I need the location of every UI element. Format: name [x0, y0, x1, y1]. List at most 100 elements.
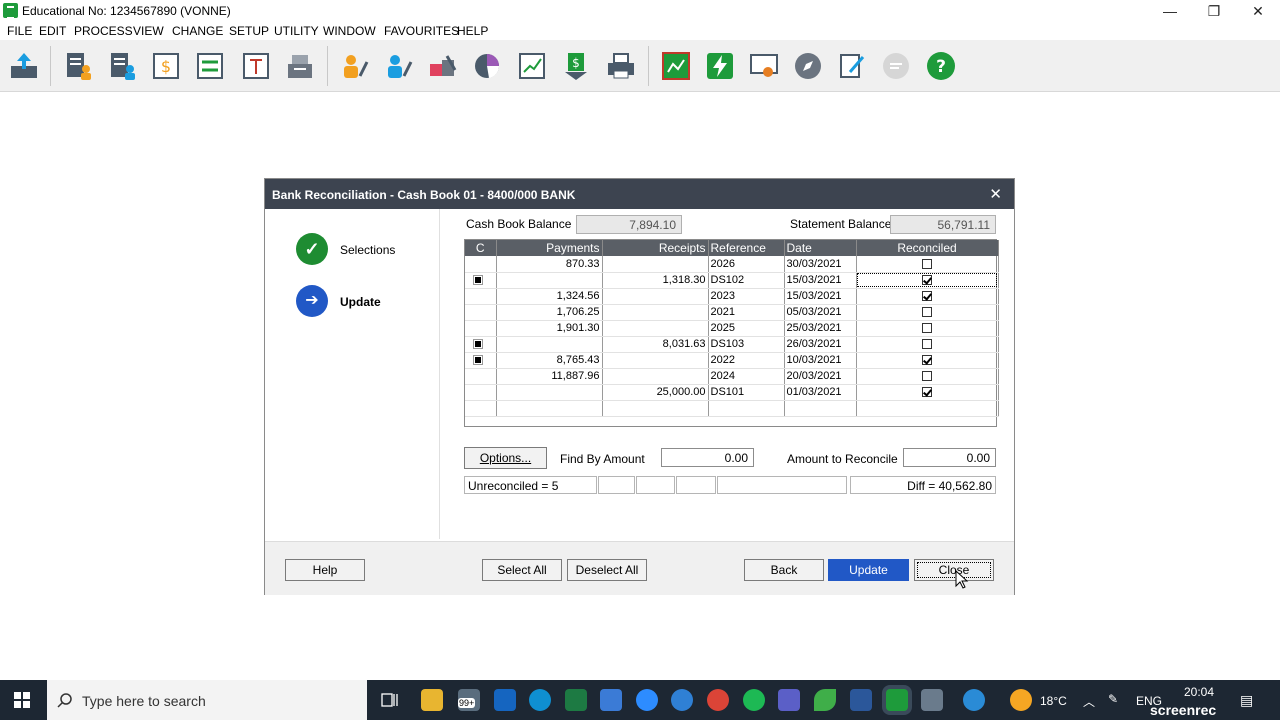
chat-icon[interactable] [880, 50, 912, 82]
close-button[interactable]: Close [914, 559, 994, 581]
find-by-amount-input[interactable]: 0.00 [661, 448, 754, 467]
cell-payments[interactable]: 870.33 [496, 256, 603, 273]
restore-button[interactable]: ❐ [1192, 0, 1236, 22]
table-row[interactable]: 1,706.25 2021 05/03/2021 [465, 304, 999, 321]
reconciled-checkbox[interactable] [922, 291, 932, 302]
cell-c[interactable] [465, 400, 497, 417]
reconciled-checkbox[interactable] [922, 323, 932, 334]
cell-date[interactable]: 26/03/2021 [784, 336, 857, 353]
cell-payments[interactable] [496, 400, 603, 417]
column-header-c[interactable]: C [465, 240, 497, 256]
menu-utility[interactable]: UTILITY [274, 24, 319, 38]
bank-transfer-icon[interactable] [194, 50, 226, 82]
cell-receipts[interactable]: 1,318.30 [602, 272, 709, 289]
cell-c[interactable] [465, 368, 497, 385]
cell-reference[interactable]: 2026 [708, 256, 785, 273]
back-button[interactable]: Back [744, 559, 824, 581]
cell-c[interactable] [465, 256, 497, 273]
cell-reference[interactable] [708, 400, 785, 417]
table-row[interactable]: 8,031.63 DS103 26/03/2021 [465, 336, 999, 353]
certificate-icon[interactable] [748, 50, 780, 82]
compass-icon[interactable] [792, 50, 824, 82]
edge-browser-icon[interactable] [529, 689, 551, 711]
menu-process[interactable]: PROCESS [74, 24, 133, 38]
menu-change[interactable]: CHANGE [172, 24, 223, 38]
menu-window[interactable]: WINDOW [323, 24, 376, 38]
notepad-edit-icon[interactable] [836, 50, 868, 82]
windows-start-icon[interactable] [14, 692, 30, 708]
help-app-icon[interactable] [963, 689, 985, 711]
money-download-icon[interactable]: $ [560, 50, 592, 82]
cell-receipts[interactable] [602, 368, 709, 385]
cell-reconciled[interactable] [856, 288, 999, 305]
cell-reconciled[interactable] [856, 384, 999, 401]
menu-view[interactable]: VIEW [133, 24, 164, 38]
cell-date[interactable]: 01/03/2021 [784, 384, 857, 401]
customers-icon[interactable] [62, 50, 94, 82]
table-row[interactable]: 25,000.00 DS101 01/03/2021 [465, 384, 999, 401]
products-icon[interactable] [427, 50, 459, 82]
cell-payments[interactable]: 1,324.56 [496, 288, 603, 305]
cell-reference[interactable]: 2023 [708, 288, 785, 305]
cell-date[interactable]: 15/03/2021 [784, 272, 857, 289]
cell-reconciled[interactable] [856, 272, 999, 289]
edit-supplier-icon[interactable] [382, 50, 414, 82]
upload-tray-icon[interactable] [8, 50, 40, 82]
update-button[interactable]: Update [828, 559, 909, 581]
zoom-icon[interactable] [636, 689, 658, 711]
table-row[interactable]: 870.33 2026 30/03/2021 [465, 256, 999, 273]
menu-favourites[interactable]: FAVOURITES [384, 24, 459, 38]
line-chart-icon[interactable] [516, 50, 548, 82]
cell-payments[interactable]: 8,765.43 [496, 352, 603, 369]
table-row[interactable]: 11,887.96 2024 20/03/2021 [465, 368, 999, 385]
currency-exchange-icon[interactable]: $ [150, 50, 182, 82]
cell-date[interactable]: 05/03/2021 [784, 304, 857, 321]
minimize-button[interactable]: — [1148, 0, 1192, 22]
pen-icon[interactable]: ✎ [1108, 692, 1118, 706]
outlook-icon[interactable] [494, 689, 516, 711]
notifications-icon[interactable]: ▤ [1240, 692, 1253, 709]
teams-icon[interactable] [778, 689, 800, 711]
amount-to-reconcile-input[interactable]: 0.00 [903, 448, 996, 467]
reconciled-checkbox[interactable] [922, 258, 932, 269]
cash-register-icon[interactable] [284, 50, 316, 82]
cell-reconciled[interactable] [856, 304, 999, 321]
cell-reconciled[interactable] [856, 320, 999, 337]
deselect-all-button[interactable]: Deselect All [567, 559, 647, 581]
menu-file[interactable]: FILE [7, 24, 32, 38]
cell-reference[interactable]: DS101 [708, 384, 785, 401]
table-row[interactable]: 8,765.43 2022 10/03/2021 [465, 352, 999, 369]
cell-receipts[interactable] [602, 400, 709, 417]
printer-icon[interactable] [605, 50, 637, 82]
text-document-icon[interactable] [240, 50, 272, 82]
cell-reconciled[interactable] [856, 336, 999, 353]
cell-date[interactable]: 30/03/2021 [784, 256, 857, 273]
close-window-button[interactable]: ✕ [1236, 0, 1280, 22]
cell-c[interactable] [465, 352, 497, 369]
cell-payments[interactable] [496, 272, 603, 289]
cell-reconciled[interactable] [856, 352, 999, 369]
word-icon[interactable] [850, 689, 872, 711]
cell-payments[interactable]: 11,887.96 [496, 368, 603, 385]
reconciled-checkbox[interactable] [922, 355, 932, 366]
cell-reference[interactable]: 2021 [708, 304, 785, 321]
column-header-receipts[interactable]: Receipts [602, 240, 709, 256]
cell-c[interactable] [465, 304, 497, 321]
task-view-icon[interactable] [381, 691, 399, 709]
table-row[interactable]: 1,324.56 2023 15/03/2021 [465, 288, 999, 305]
tray-chevron-up-icon[interactable]: ︿ [1083, 693, 1095, 710]
table-row[interactable] [465, 400, 999, 417]
pie-chart-icon[interactable] [471, 50, 503, 82]
file-explorer-icon[interactable] [421, 689, 443, 711]
cell-reference[interactable]: 2022 [708, 352, 785, 369]
lightning-icon[interactable] [704, 50, 736, 82]
cell-reference[interactable]: DS103 [708, 336, 785, 353]
cell-payments[interactable]: 1,706.25 [496, 304, 603, 321]
calculator-icon[interactable] [921, 689, 943, 711]
taskbar-search-box[interactable]: Type here to search [47, 680, 367, 720]
table-row[interactable]: 1,901.30 2025 25/03/2021 [465, 320, 999, 337]
cell-date[interactable]: 15/03/2021 [784, 288, 857, 305]
help-icon[interactable]: ? [925, 50, 957, 82]
spotify-icon[interactable] [743, 689, 765, 711]
cell-payments[interactable] [496, 336, 603, 353]
